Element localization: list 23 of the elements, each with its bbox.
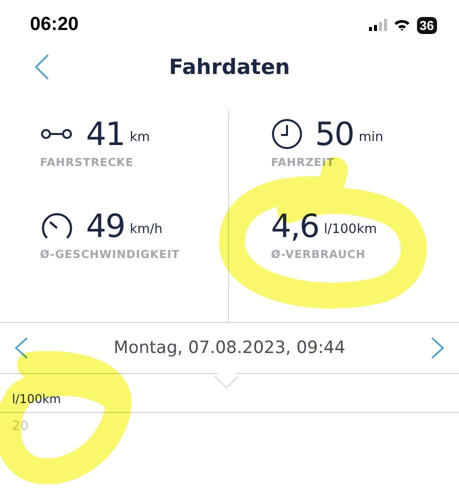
speedometer-icon: [40, 211, 74, 241]
stat-label: FAHRSTRECKE: [40, 156, 134, 169]
stat-label: Ø-VERBRAUCH: [271, 248, 367, 261]
clock-icon: [271, 118, 303, 150]
page-title: Fahrdaten: [168, 55, 292, 79]
stat-unit: l/100km: [324, 222, 377, 237]
next-button[interactable]: [430, 337, 445, 359]
chevron-left-icon: [34, 54, 50, 80]
stat-unit: min: [358, 130, 384, 145]
trip-date: Montag, 07.08.2023, 09:44: [114, 338, 346, 358]
wifi-icon: [394, 19, 410, 31]
battery-indicator: 36: [416, 16, 437, 34]
stat-value: 4,6: [271, 207, 319, 245]
stat-label: Ø-GESCHWINDIGKEIT: [40, 248, 181, 261]
signal-icon: [368, 19, 387, 31]
stat-value: 49: [86, 207, 125, 245]
route-icon: [40, 127, 74, 141]
chevron-right-icon: [430, 337, 445, 359]
clock-time: 06:20: [30, 14, 79, 36]
stat-value: 41: [86, 115, 125, 153]
stat-unit: km/h: [130, 222, 163, 237]
stat-unit: km: [130, 130, 150, 145]
stat-value: 50: [315, 115, 354, 153]
